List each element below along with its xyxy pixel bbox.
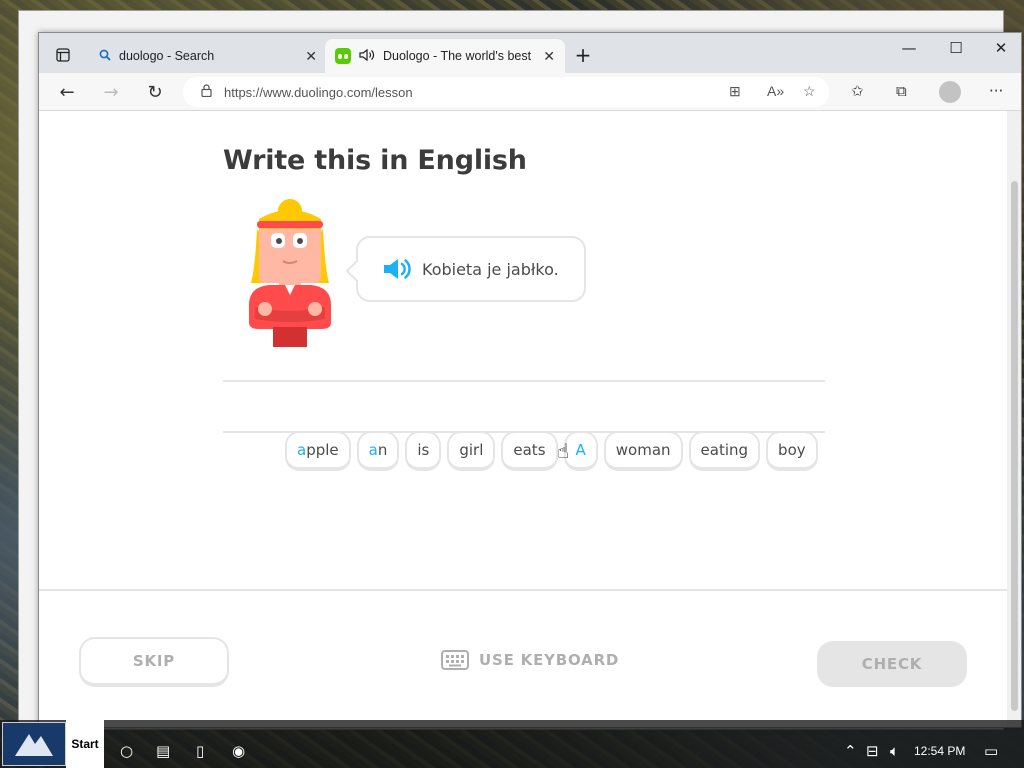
volume-icon[interactable]: 🔈︎	[890, 742, 899, 760]
lock-icon[interactable]	[201, 84, 212, 100]
taskbar: Start ○ ▤ ▯ ◉ ⌃ ⊟ 🔈︎ 12:54 PM ▭	[0, 720, 1024, 768]
scrollbar-thumb[interactable]	[1011, 181, 1018, 711]
word-chip[interactable]: eats	[501, 431, 558, 471]
speaker-icon[interactable]	[382, 257, 412, 281]
speech-bubble: Kobieta je jabłko.	[356, 236, 586, 302]
skip-button[interactable]: SKIP	[79, 637, 229, 687]
close-window-icon[interactable]: ✕	[986, 39, 1016, 57]
tab-search[interactable]: duologo - Search ✕	[89, 39, 327, 73]
tab-title: duologo - Search	[119, 49, 215, 63]
word-chip[interactable]: woman	[603, 431, 683, 471]
browser-toolbar: ← → ↻ https://www.duolingo.com/lesson ⊞ …	[39, 73, 1021, 111]
tab-duolingo[interactable]: Duologo - The world's best ✕	[325, 39, 565, 73]
word-chip[interactable]: girl	[447, 431, 496, 471]
hand-cursor-icon: ☝	[557, 439, 570, 463]
word-chip[interactable]: is	[405, 431, 442, 471]
start-button[interactable]: Start	[66, 720, 104, 768]
minimize-icon[interactable]: —	[894, 39, 924, 57]
character-illustration	[235, 199, 345, 349]
word-bank: a pple a n is girl eats Awoman eating boy	[285, 431, 818, 471]
url-text: https://www.duolingo.com/lesson	[224, 84, 413, 100]
add-favorite-icon[interactable]: ☆	[803, 83, 816, 100]
word-chip[interactable]: a pple	[285, 431, 351, 471]
use-keyboard-label: USE KEYBOARD	[479, 651, 620, 669]
close-tab-icon[interactable]: ✕	[543, 48, 555, 65]
collections-icon[interactable]: ⧉	[896, 82, 907, 100]
favorites-icon[interactable]: ✩	[851, 82, 864, 100]
tab-title: Duologo - The world's best	[383, 49, 532, 63]
file-explorer-icon[interactable]: ▤	[156, 742, 170, 760]
tab-strip: duologo - Search ✕ Duologo - The world's…	[39, 33, 1021, 73]
check-button[interactable]: CHECK	[817, 641, 967, 687]
chevron-up-icon[interactable]: ⌃	[844, 742, 857, 760]
network-icon[interactable]: ⊟	[866, 742, 879, 760]
use-keyboard-button[interactable]: USE KEYBOARD	[441, 647, 619, 673]
back-icon[interactable]: ←	[53, 79, 81, 105]
start-logo-icon[interactable]	[2, 722, 66, 766]
clock[interactable]: 12:54 PM	[914, 744, 965, 758]
document-icon[interactable]: ▯	[196, 742, 204, 760]
read-aloud-icon[interactable]: A»	[767, 83, 784, 99]
more-menu-icon[interactable]: ···	[989, 82, 1003, 100]
forward-icon[interactable]: →	[97, 79, 125, 105]
address-bar[interactable]: https://www.duolingo.com/lesson ⊞ A» ☆	[183, 77, 829, 107]
scrollbar[interactable]	[1007, 111, 1021, 727]
close-tab-icon[interactable]: ✕	[305, 48, 317, 65]
word-chip[interactable]: boy	[766, 431, 818, 471]
footer-divider	[39, 589, 1007, 591]
browser-window: duologo - Search ✕ Duologo - The world's…	[38, 32, 1022, 728]
keyboard-icon	[441, 650, 469, 670]
search-icon	[99, 49, 111, 64]
new-tab-icon[interactable]: +	[569, 41, 597, 69]
profile-avatar[interactable]	[939, 81, 961, 103]
word-chip[interactable]: eating	[688, 431, 761, 471]
tab-actions-icon[interactable]	[49, 41, 77, 69]
lesson-page: Write this in English Kobieta je jabłko.…	[39, 111, 1007, 727]
maximize-icon[interactable]: ☐	[941, 39, 971, 57]
duolingo-favicon-icon	[335, 48, 351, 64]
prompt-sentence: Kobieta je jabłko.	[422, 259, 559, 279]
lesson-heading: Write this in English	[223, 145, 527, 176]
search-icon[interactable]: ○	[120, 742, 133, 760]
word-chip[interactable]: an	[356, 431, 400, 471]
answer-line	[223, 380, 825, 382]
refresh-icon[interactable]: ↻	[141, 79, 169, 105]
app-available-icon[interactable]: ⊞	[729, 83, 741, 100]
audio-playing-icon[interactable]	[359, 48, 375, 65]
notifications-icon[interactable]: ▭	[984, 742, 998, 760]
edge-browser-icon[interactable]: ◉	[232, 742, 245, 760]
